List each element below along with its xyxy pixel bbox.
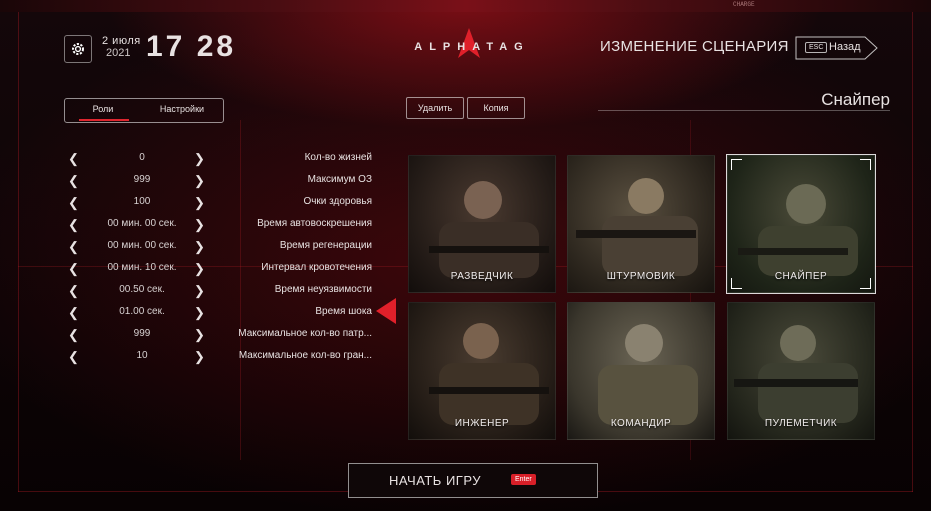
increase-chevron-icon[interactable]: ❯: [194, 195, 205, 211]
date-day: 2 июля: [102, 35, 141, 47]
role-card-sniper[interactable]: СНАЙПЕР: [726, 154, 876, 294]
setting-value: 00 мин. 10 сек.: [107, 262, 177, 273]
setting-label: Время регенерации: [279, 240, 372, 251]
role-card-assault[interactable]: ШТУРМОВИК: [567, 155, 715, 293]
setting-row: ❮ 100 ❯ Очки здоровья: [68, 194, 372, 212]
decrease-chevron-icon[interactable]: ❮: [68, 305, 79, 321]
setting-label: Максимальное кол-во гран...: [238, 350, 372, 361]
delete-button[interactable]: Удалить: [406, 97, 464, 119]
setting-row: ❮ 0 ❯ Кол-во жизней: [68, 150, 372, 168]
decrease-chevron-icon[interactable]: ❮: [68, 151, 79, 167]
enter-key-hint: Enter: [511, 474, 536, 485]
setting-row: ❮ 00 мин. 00 сек. ❯ Время регенерации: [68, 238, 372, 256]
selection-corner-tr: [860, 159, 871, 170]
setting-value: 100: [133, 196, 151, 207]
selection-corner-tl: [731, 159, 742, 170]
active-tab-indicator: [79, 119, 129, 121]
decrease-chevron-icon[interactable]: ❮: [68, 327, 79, 343]
back-button[interactable]: ESC Назад: [795, 36, 878, 60]
increase-chevron-icon[interactable]: ❯: [194, 151, 205, 167]
tab-bar: Роли Настройки: [64, 98, 224, 123]
esc-key-hint: ESC: [805, 42, 828, 53]
increase-chevron-icon[interactable]: ❯: [194, 327, 205, 343]
role-name: ИНЖЕНЕР: [454, 418, 510, 429]
decrease-chevron-icon[interactable]: ❮: [68, 261, 79, 277]
date-year: 2021: [106, 47, 131, 59]
role-card-engineer[interactable]: ИНЖЕНЕР: [408, 302, 556, 440]
increase-chevron-icon[interactable]: ❯: [194, 261, 205, 277]
start-game-button[interactable]: НАЧАТЬ ИГРУ Enter: [348, 463, 598, 498]
setting-row: ❮ 10 ❯ Максимальное кол-во гран...: [68, 348, 372, 366]
selected-row-pointer-icon: [376, 298, 396, 324]
decrease-chevron-icon[interactable]: ❮: [68, 195, 79, 211]
tab-settings[interactable]: Настройки: [147, 104, 217, 114]
decrease-chevron-icon[interactable]: ❮: [68, 173, 79, 189]
start-game-label: НАЧАТЬ ИГРУ: [389, 473, 481, 488]
frame-line-left: [18, 12, 19, 492]
gear-icon: [72, 43, 84, 55]
setting-value: 01.00 сек.: [119, 306, 165, 317]
setting-label: Время шока: [315, 306, 372, 317]
setting-value: 00.50 сек.: [119, 284, 165, 295]
setting-row: ❮ 00.50 сек. ❯ Время неуязвимости: [68, 282, 372, 300]
clock-time: 17 28: [146, 30, 237, 63]
setting-value: 999: [133, 328, 151, 339]
setting-value: 00 мин. 00 сек.: [107, 240, 177, 251]
page-title: ИЗМЕНЕНИЕ СЦЕНАРИЯ: [600, 38, 789, 55]
settings-button[interactable]: [64, 35, 92, 63]
copy-button[interactable]: Копия: [467, 97, 525, 119]
role-card-machinegunner[interactable]: ПУЛЕМЕТЧИК: [727, 302, 875, 440]
top-strip-label: CHARGE: [733, 1, 755, 8]
setting-label: Кол-во жизней: [304, 152, 372, 163]
frame-line-right: [912, 12, 913, 492]
role-card-scout[interactable]: РАЗВЕДЧИК: [408, 155, 556, 293]
decrease-chevron-icon[interactable]: ❮: [68, 217, 79, 233]
scenario-name-field[interactable]: Снайпер: [598, 90, 890, 111]
setting-row: ❮ 999 ❯ Максимальное кол-во патр...: [68, 326, 372, 344]
role-name: РАЗВЕДЧИК: [450, 271, 514, 282]
role-card-commander[interactable]: КОМАНДИР: [567, 302, 715, 440]
decrease-chevron-icon[interactable]: ❮: [68, 283, 79, 299]
role-name: ШТУРМОВИК: [606, 271, 676, 282]
setting-row-selected: ❮ 01.00 сек. ❯ Время шока: [68, 304, 372, 322]
setting-label: Очки здоровья: [303, 196, 372, 207]
increase-chevron-icon[interactable]: ❯: [194, 283, 205, 299]
tab-roles[interactable]: Роли: [73, 104, 133, 114]
setting-value: 00 мин. 00 сек.: [107, 218, 177, 229]
increase-chevron-icon[interactable]: ❯: [194, 239, 205, 255]
setting-label: Время автовоскрешения: [257, 218, 372, 229]
setting-row: ❮ 00 мин. 10 сек. ❯ Интервал кровотечени…: [68, 260, 372, 278]
setting-row: ❮ 00 мин. 00 сек. ❯ Время автовоскрешени…: [68, 216, 372, 234]
setting-label: Максимальное кол-во патр...: [238, 328, 372, 339]
decrease-chevron-icon[interactable]: ❮: [68, 349, 79, 365]
setting-value: 10: [136, 350, 148, 361]
setting-row: ❮ 999 ❯ Максимум ОЗ: [68, 172, 372, 190]
scenario-name-value: Снайпер: [821, 90, 890, 109]
setting-label: Время неуязвимости: [274, 284, 372, 295]
setting-label: Максимум ОЗ: [307, 174, 372, 185]
brand-logo-text: ALPHATAG: [414, 41, 530, 53]
increase-chevron-icon[interactable]: ❯: [194, 173, 205, 189]
decrease-chevron-icon[interactable]: ❮: [68, 239, 79, 255]
increase-chevron-icon[interactable]: ❯: [194, 349, 205, 365]
setting-value: 0: [139, 152, 145, 163]
role-name: ПУЛЕМЕТЧИК: [764, 418, 838, 429]
setting-value: 999: [133, 174, 151, 185]
role-name: КОМАНДИР: [610, 418, 672, 429]
role-name: СНАЙПЕР: [774, 271, 828, 282]
app-screen: CHARGE 2 июля 2021 17 28 ALPHATAG ИЗМЕНЕ…: [0, 0, 931, 511]
back-button-label: Назад: [829, 41, 861, 53]
increase-chevron-icon[interactable]: ❯: [194, 217, 205, 233]
setting-label: Интервал кровотечения: [261, 262, 372, 273]
increase-chevron-icon[interactable]: ❯: [194, 305, 205, 321]
top-status-strip: CHARGE: [0, 0, 931, 12]
